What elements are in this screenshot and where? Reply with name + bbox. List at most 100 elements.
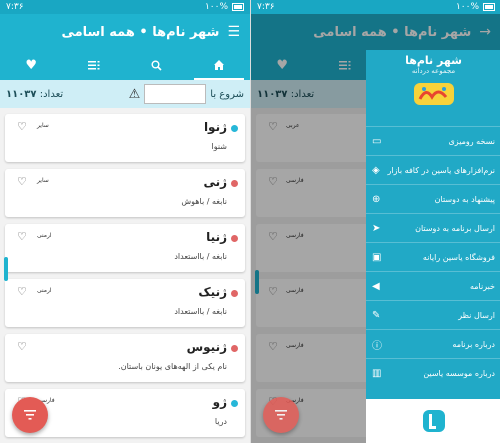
meaning-text: شنوا: [211, 142, 227, 151]
gender-dot: [231, 345, 238, 352]
name-text: ژنیوس: [186, 340, 227, 354]
drawer-header: شهر نام‌ها مجموعه دردانه: [366, 50, 500, 120]
building-icon: ▥: [372, 367, 382, 379]
starts-with-label: شروع با: [210, 88, 244, 100]
menu-item-about-yasin[interactable]: درباره موسسه یاسین ▥: [366, 358, 500, 387]
menu-item-label: خبرنامه: [469, 281, 495, 291]
count-value: ۱۱۰۳۷: [6, 88, 37, 100]
tab-list[interactable]: [63, 50, 126, 80]
favorite-heart-icon[interactable]: ♡: [17, 285, 27, 298]
menu-item-label: درباره موسسه یاسین: [423, 368, 495, 378]
status-bar: ۷:۳۶ ۱۰۰%: [0, 0, 250, 14]
filter-icon: [24, 410, 36, 420]
menu-item-label: پیشنهاد به دوستان: [434, 194, 495, 204]
list-item[interactable]: ژنیوس نام یکی از الهه‌های یونان باستان. …: [5, 334, 245, 382]
name-text: ژنوا: [203, 120, 227, 134]
filter-button[interactable]: [12, 397, 48, 433]
menu-item-label: ارسال نظر: [458, 310, 495, 320]
drawer-menu: نسخه رومیزی ▭ نرم‌افزارهای یاسین در کافه …: [366, 126, 500, 387]
clock: ۷:۳۶: [6, 2, 24, 12]
name-text: ژنیک: [198, 285, 227, 299]
menu-item-suggest[interactable]: پیشنهاد به دوستان ⊕: [366, 184, 500, 213]
battery-icon: [483, 3, 495, 11]
edit-icon: ✎: [372, 309, 381, 321]
gender-dot: [231, 290, 238, 297]
drawer-title: شهر نام‌ها: [405, 54, 462, 67]
meaning-text: دریا: [214, 417, 227, 426]
desktop-icon: ▭: [372, 135, 382, 147]
drawer-screen: ۷:۳۶ ۱۰۰% شهر نام‌ها • همه اسامی → ♥ تعد…: [250, 0, 500, 443]
menu-item-label: نسخه رومیزی: [448, 136, 495, 146]
gender-dot: [231, 235, 238, 242]
dordaneh-logo-icon: [413, 83, 454, 105]
origin-text: سایر: [37, 177, 49, 184]
search-icon: [151, 60, 162, 71]
drawer-subtitle: مجموعه دردانه: [411, 67, 456, 75]
tab-search[interactable]: [125, 50, 188, 80]
favorite-heart-icon[interactable]: ♡: [17, 340, 27, 353]
menu-item-bazaar[interactable]: نرم‌افزارهای یاسین در کافه بازار ◈: [366, 155, 500, 184]
info-icon: ⓘ: [372, 340, 382, 352]
list-item[interactable]: ژنوا شنوا سایر ♡: [5, 114, 245, 162]
list-item[interactable]: ژنی نابغه / باهوش سایر ♡: [5, 169, 245, 217]
navigation-drawer: شهر نام‌ها مجموعه دردانه نسخه رومیزی ▭ نر…: [366, 50, 500, 443]
name-text: ژو: [212, 395, 227, 409]
yasin-logo-icon: [422, 410, 445, 432]
battery-text: ۱۰۰%: [204, 2, 228, 12]
filter-button[interactable]: [263, 397, 299, 433]
names-list: ژنوا شنوا سایر ♡ ژنی نابغه / باهوش سایر …: [0, 108, 250, 443]
status-bar: ۷:۳۶ ۱۰۰%: [251, 0, 500, 14]
menu-icon[interactable]: ☰: [227, 24, 240, 40]
name-text: ژنیا: [206, 230, 227, 244]
menu-item-label: نرم‌افزارهای یاسین در کافه بازار: [387, 165, 496, 175]
app-toolbar: شهر نام‌ها • همه اسامی ☰: [0, 14, 250, 50]
list-item[interactable]: ژنیک نابغه / بااستعداد ارمنی ♡: [5, 279, 245, 327]
tab-favorites[interactable]: ♥: [0, 50, 63, 80]
add-person-icon: ⊕: [372, 193, 381, 205]
origin-text: ارمنی: [37, 287, 52, 294]
menu-item-feedback[interactable]: ارسال نظر ✎: [366, 300, 500, 329]
tab-home[interactable]: [188, 50, 251, 80]
favorite-heart-icon[interactable]: ♡: [17, 120, 27, 133]
gender-dot: [231, 125, 238, 132]
battery-icon: [232, 3, 244, 11]
list-icon: [87, 61, 100, 70]
count-label: تعداد:: [39, 88, 64, 100]
menu-item-desktop[interactable]: نسخه رومیزی ▭: [366, 126, 500, 155]
bazaar-icon: ◈: [372, 164, 380, 176]
menu-item-about-app[interactable]: درباره برنامه ⓘ: [366, 329, 500, 358]
menu-item-store[interactable]: فروشگاه یاسین رایانه ▣: [366, 242, 500, 271]
megaphone-icon: ◀: [372, 280, 380, 292]
meaning-text: نابغه / بااستعداد: [174, 307, 227, 316]
gender-dot: [231, 180, 238, 187]
drawer-footer: [366, 399, 500, 443]
filter-icon: [275, 410, 287, 420]
meaning-text: نابغه / بااستعداد: [174, 252, 227, 261]
starts-with-input[interactable]: [144, 84, 207, 104]
origin-text: سایر: [37, 122, 49, 129]
tab-bar: ♥: [0, 50, 250, 80]
gender-dot: [231, 400, 238, 407]
meaning-text: نابغه / باهوش: [181, 197, 227, 206]
list-item[interactable]: ژنیا نابغه / بااستعداد ارمنی ♡: [5, 224, 245, 272]
battery-text: ۱۰۰%: [455, 2, 479, 12]
scroll-indicator[interactable]: [4, 257, 8, 281]
page-title: شهر نام‌ها • همه اسامی: [61, 24, 220, 40]
home-icon: [213, 60, 224, 70]
menu-item-share[interactable]: ارسال برنامه به دوستان ➤: [366, 213, 500, 242]
origin-text: ارمنی: [37, 232, 52, 239]
count-bar: شروع با ⚠ تعداد: ۱۱۰۳۷: [0, 80, 250, 108]
menu-item-label: درباره برنامه: [452, 339, 495, 349]
menu-item-newsletter[interactable]: خبرنامه ◀: [366, 271, 500, 300]
menu-item-label: فروشگاه یاسین رایانه: [422, 252, 495, 262]
favorite-heart-icon[interactable]: ♡: [17, 230, 27, 243]
warning-icon[interactable]: ⚠: [129, 87, 141, 102]
clock: ۷:۳۶: [257, 2, 275, 12]
send-icon: ➤: [372, 222, 381, 234]
name-text: ژنی: [203, 175, 227, 189]
main-screen: ۷:۳۶ ۱۰۰% شهر نام‌ها • همه اسامی ☰ ♥ شرو…: [0, 0, 250, 443]
favorite-heart-icon[interactable]: ♡: [17, 175, 27, 188]
meaning-text: نام یکی از الهه‌های یونان باستان.: [118, 362, 227, 371]
store-icon: ▣: [372, 251, 382, 263]
menu-item-label: ارسال برنامه به دوستان: [415, 223, 495, 233]
